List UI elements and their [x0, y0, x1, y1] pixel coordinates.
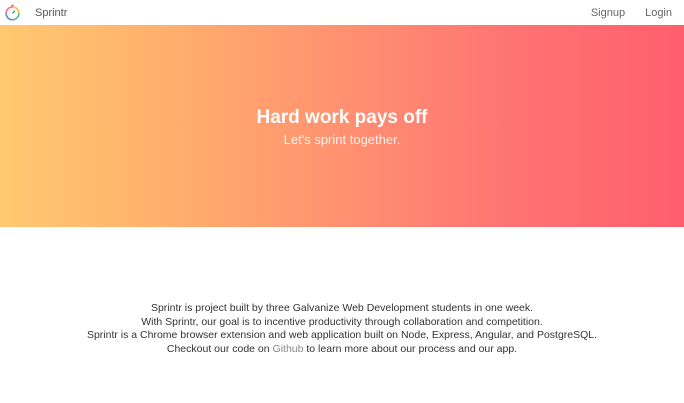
hero-banner: Hard work pays off Let's sprint together… — [0, 25, 684, 227]
about-section: Sprintr is project built by three Galvan… — [0, 227, 684, 356]
about-line-4-before: Checkout our code on — [166, 342, 273, 355]
login-link[interactable]: Login — [645, 7, 672, 19]
hero-subtitle: Let's sprint together. — [283, 131, 401, 147]
about-line-2: With Sprintr, our goal is to incentive p… — [141, 315, 543, 328]
about-line-4-after: to learn more about our process and our … — [303, 342, 518, 355]
stopwatch-logo-icon — [5, 4, 20, 21]
brand-name: Sprintr — [35, 6, 68, 19]
about-line-4: Checkout our code on Github to learn mor… — [0, 343, 684, 357]
navbar: Sprintr Signup Login — [0, 0, 684, 25]
signup-link[interactable]: Signup — [591, 7, 625, 19]
hero-title: Hard work pays off — [256, 106, 428, 128]
github-link[interactable]: Github — [273, 343, 304, 355]
about-line-3: Sprintr is a Chrome browser extension an… — [86, 329, 598, 341]
brand-link[interactable]: Sprintr — [4, 4, 67, 21]
nav-links: Signup Login — [591, 7, 672, 19]
about-line-1: Sprintr is project built by three Galvan… — [150, 302, 534, 314]
